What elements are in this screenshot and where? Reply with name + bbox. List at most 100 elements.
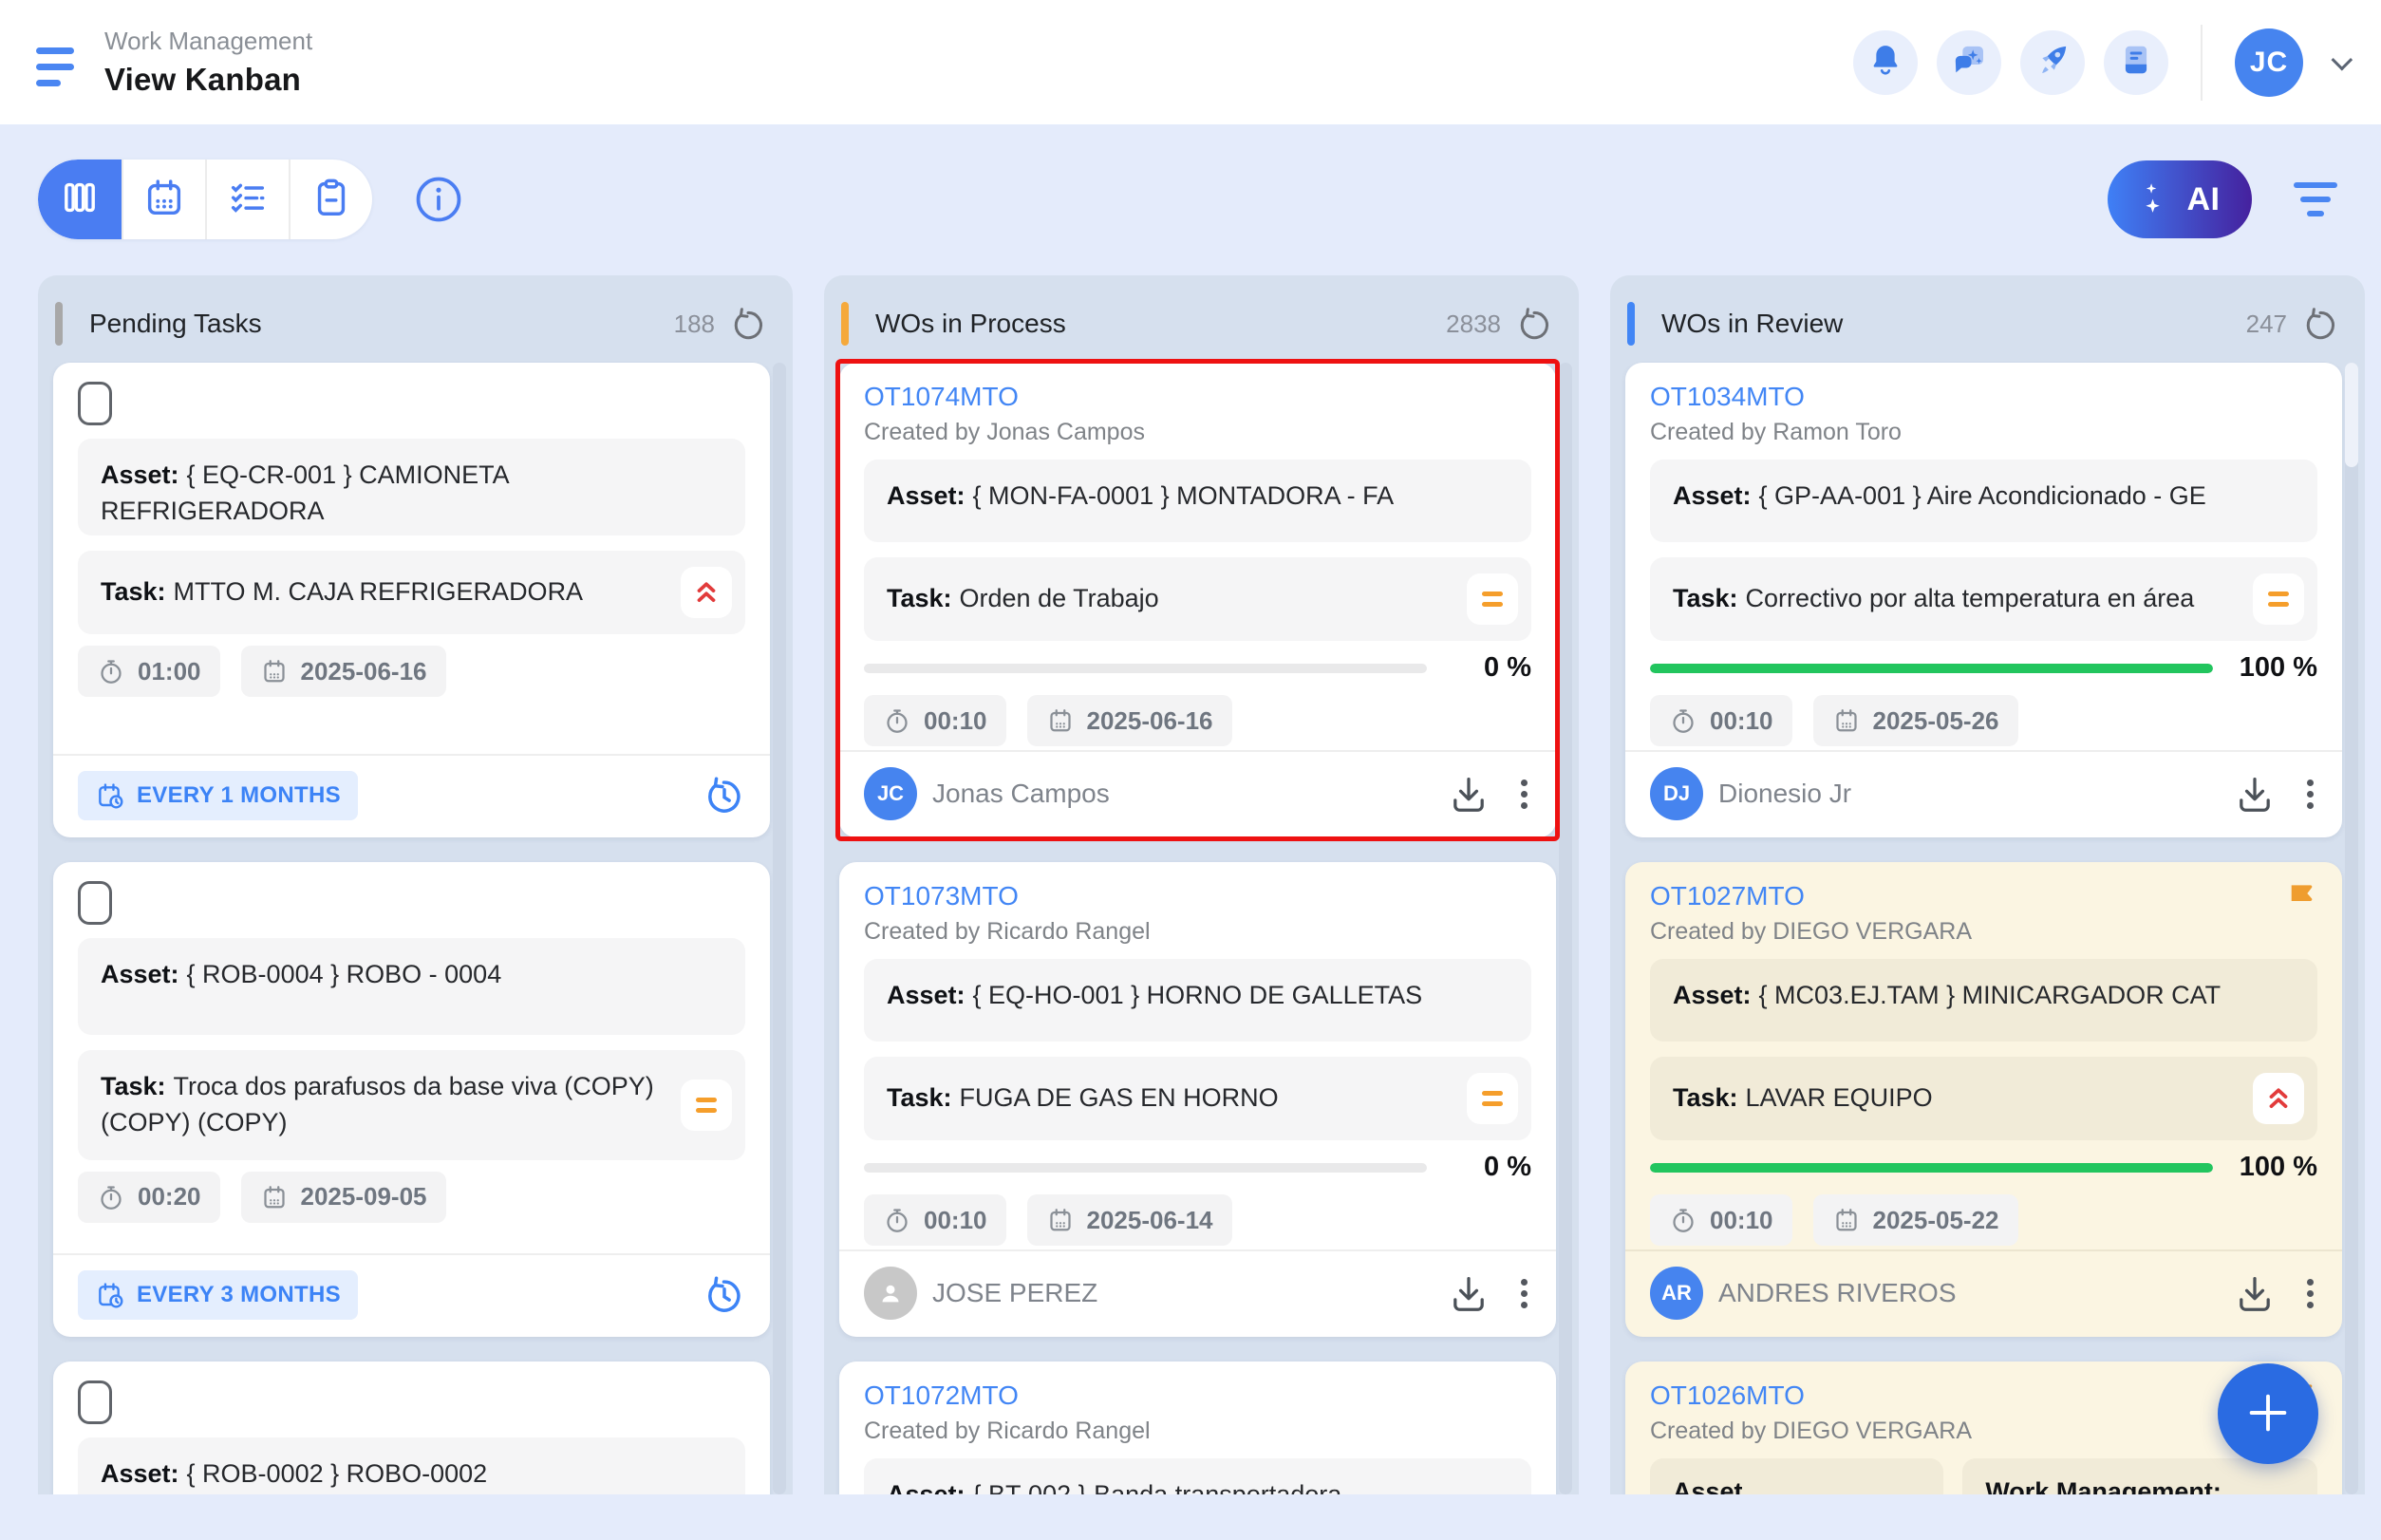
workorder-id-link[interactable]: OT1027MTO	[1650, 881, 1805, 911]
filter-button[interactable]	[2288, 177, 2343, 222]
asset-value: { MC03.EJ.TAM } MINICARGADOR CAT	[1759, 981, 2222, 1009]
download-icon[interactable]	[1447, 772, 1490, 816]
assignee-name: ANDRES RIVEROS	[1718, 1278, 1957, 1308]
field-row: Asset Work Management:	[1650, 1458, 2317, 1494]
date-pill: 2025-06-14	[1027, 1194, 1232, 1246]
more-options-icon[interactable]	[2303, 1275, 2317, 1312]
flag-icon	[2283, 879, 2319, 920]
card-actions	[2233, 1271, 2317, 1315]
recurrence-label: EVERY 1 MONTHS	[137, 782, 341, 809]
tab-kanban-view[interactable]	[38, 160, 122, 239]
refresh-column-button[interactable]	[730, 306, 766, 342]
workorder-id-link[interactable]: OT1073MTO	[864, 881, 1019, 911]
download-icon[interactable]	[1447, 1271, 1490, 1315]
tab-calendar-view[interactable]	[122, 160, 205, 239]
task-field: Task:LAVAR EQUIPO	[1650, 1057, 2317, 1140]
column-cards: OT1034MTO Created by Ramon Toro Asset:{ …	[1610, 359, 2365, 1494]
download-icon[interactable]	[2233, 772, 2277, 816]
progress-label: 0 %	[1450, 652, 1531, 684]
asset-field: Asset:{ ROB-0002 } ROBO-0002	[78, 1437, 745, 1494]
hamburger-menu-icon[interactable]	[36, 38, 76, 86]
plus-icon	[2243, 1388, 2293, 1440]
stopwatch-icon	[883, 1206, 911, 1234]
assignee-name: Dionesio Jr	[1718, 779, 1851, 809]
more-options-icon[interactable]	[1517, 1275, 1531, 1312]
rocket-button[interactable]	[2020, 30, 2085, 95]
date-pill: 2025-05-26	[1813, 695, 2018, 746]
refresh-column-button[interactable]	[1516, 306, 1552, 342]
docs-button[interactable]	[2104, 30, 2168, 95]
chevron-down-icon[interactable]	[2332, 48, 2353, 70]
history-icon[interactable]	[703, 1274, 745, 1316]
workorder-card[interactable]: OT1034MTO Created by Ramon Toro Asset:{ …	[1625, 363, 2342, 837]
ai-chat-button[interactable]	[1937, 30, 2001, 95]
column-wos-in-process: WOs in Process 2838 OT1074MTO Created by…	[824, 275, 1579, 1494]
progress: 0 %	[864, 652, 1531, 684]
document-icon	[2118, 42, 2154, 83]
workorder-id-link[interactable]: OT1034MTO	[1650, 382, 1805, 412]
date-pill: 2025-09-05	[241, 1172, 446, 1223]
column-scrollbar[interactable]	[2345, 363, 2358, 1494]
notifications-button[interactable]	[1853, 30, 1918, 95]
task-card[interactable]: Asset:{ ROB-0002 } ROBO-0002	[53, 1362, 770, 1494]
priority-high-icon	[681, 567, 732, 618]
progress: 0 %	[864, 1152, 1531, 1183]
task-checkbox[interactable]	[78, 1380, 112, 1424]
history-icon[interactable]	[703, 775, 745, 817]
ai-button[interactable]: AI	[2108, 160, 2252, 238]
duration-value: 00:20	[138, 1182, 201, 1211]
asset-value: { GP-AA-001 } Aire Acondicionado - GE	[1759, 481, 2206, 510]
workorder-card[interactable]: OT1072MTO Created by Ricardo Rangel Asse…	[839, 1362, 1556, 1494]
column-scrollbar-thumb[interactable]	[2345, 363, 2358, 467]
tab-list-view[interactable]	[205, 160, 289, 239]
duration-pill: 00:20	[78, 1172, 220, 1223]
refresh-column-button[interactable]	[2302, 306, 2338, 342]
task-field: Task:Correctivo por alta temperatura en …	[1650, 557, 2317, 641]
calendar-clock-icon	[95, 1280, 125, 1310]
progress-track	[1650, 664, 2213, 673]
task-value: LAVAR EQUIPO	[1746, 1083, 1933, 1112]
task-value: Correctivo por alta temperatura en área	[1746, 584, 2195, 612]
task-checkbox[interactable]	[78, 382, 112, 425]
task-checkbox[interactable]	[78, 881, 112, 925]
asset-label: Asset:	[101, 460, 179, 489]
card-footer: EVERY 1 MONTHS	[53, 754, 770, 837]
date-value: 2025-09-05	[301, 1182, 427, 1211]
asset-field: Asset:{ EQ-HO-001 } HORNO DE GALLETAS	[864, 959, 1531, 1042]
recurrence-label: EVERY 3 MONTHS	[137, 1282, 341, 1308]
column-scrollbar[interactable]	[1559, 363, 1572, 1494]
task-card[interactable]: Asset:{ ROB-0004 } ROBO - 0004 Task:Troc…	[53, 862, 770, 1337]
workorder-id-link[interactable]: OT1026MTO	[1650, 1380, 1805, 1411]
tab-workorder-view[interactable]	[289, 160, 372, 239]
add-button[interactable]	[2218, 1363, 2318, 1464]
calendar-icon	[1046, 1206, 1075, 1234]
workorder-card[interactable]: OT1074MTO Created by Jonas Campos Asset:…	[839, 363, 1556, 837]
progress-track	[1650, 1163, 2213, 1173]
column-accent-bar	[841, 302, 849, 346]
duration-value: 00:10	[924, 1206, 987, 1235]
calendar-icon	[1832, 1206, 1861, 1234]
info-button[interactable]	[412, 173, 465, 226]
column-count: 2838	[1446, 310, 1501, 339]
asset-value: { ROB-0004 } ROBO - 0004	[187, 960, 502, 988]
stopwatch-icon	[97, 657, 125, 685]
duration-pill: 00:10	[1650, 1194, 1792, 1246]
column-scrollbar[interactable]	[773, 363, 786, 1494]
workorder-card[interactable]: OT1073MTO Created by Ricardo Rangel Asse…	[839, 862, 1556, 1337]
assignee-name: Jonas Campos	[932, 779, 1110, 809]
asset-label: Asset:	[1673, 981, 1752, 1009]
task-card[interactable]: Asset:{ EQ-CR-001 } CAMIONETA REFRIGERAD…	[53, 363, 770, 837]
asset-field: Asset:{ GP-AA-001 } Aire Acondicionado -…	[1650, 460, 2317, 542]
workorder-card-flagged[interactable]: OT1027MTO Created by DIEGO VERGARA Asset…	[1625, 862, 2342, 1337]
recurrence-pill[interactable]: EVERY 3 MONTHS	[78, 1270, 358, 1320]
column-count: 247	[2246, 310, 2287, 339]
more-options-icon[interactable]	[1517, 776, 1531, 813]
user-avatar[interactable]: JC	[2235, 28, 2303, 97]
more-options-icon[interactable]	[2303, 776, 2317, 813]
priority-high-icon	[2253, 1073, 2304, 1124]
workorder-id-link[interactable]: OT1074MTO	[864, 382, 1019, 412]
recurrence-pill[interactable]: EVERY 1 MONTHS	[78, 771, 358, 820]
workorder-id-link[interactable]: OT1072MTO	[864, 1380, 1019, 1411]
date-value: 2025-05-22	[1873, 1206, 1999, 1235]
download-icon[interactable]	[2233, 1271, 2277, 1315]
